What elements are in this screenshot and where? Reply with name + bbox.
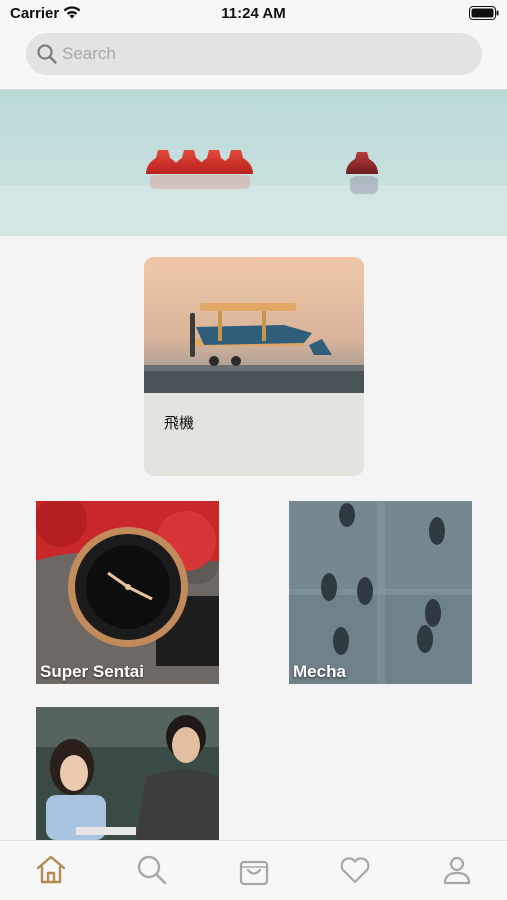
heart-icon	[340, 857, 370, 884]
profile-icon	[443, 856, 471, 885]
search-icon	[37, 44, 57, 64]
category-label: Mecha	[293, 662, 346, 681]
tab-cart[interactable]	[237, 853, 271, 887]
category-tile-super-sentai[interactable]: Super Sentai	[36, 501, 219, 684]
battery-icon	[469, 6, 499, 20]
search-input[interactable]	[62, 33, 462, 75]
airplane-photo	[144, 257, 364, 393]
category-label: Super Sentai	[40, 662, 144, 681]
featured-card[interactable]: 飛機	[144, 257, 364, 476]
search-field[interactable]	[26, 33, 482, 75]
crowd-photo	[289, 501, 472, 684]
search-bar-container	[0, 28, 507, 90]
category-tile-mecha[interactable]: Mecha	[289, 501, 472, 684]
home-icon	[36, 855, 66, 884]
shopping-bag-icon	[239, 860, 269, 886]
tab-bar	[0, 840, 507, 900]
watch-photo	[36, 501, 219, 684]
banner-image	[0, 150, 507, 236]
tab-profile[interactable]	[440, 853, 474, 887]
promo-banner[interactable]	[0, 90, 507, 236]
drama-photo	[36, 707, 219, 840]
search-icon	[137, 855, 167, 885]
status-bar: Carrier 11:24 AM	[0, 0, 507, 28]
tab-home[interactable]	[34, 853, 68, 887]
tab-favorites[interactable]	[338, 853, 372, 887]
featured-caption: 飛機	[164, 414, 195, 432]
tab-search[interactable]	[135, 853, 169, 887]
category-tile-drama[interactable]	[36, 707, 219, 840]
clock: 11:24 AM	[221, 5, 286, 22]
